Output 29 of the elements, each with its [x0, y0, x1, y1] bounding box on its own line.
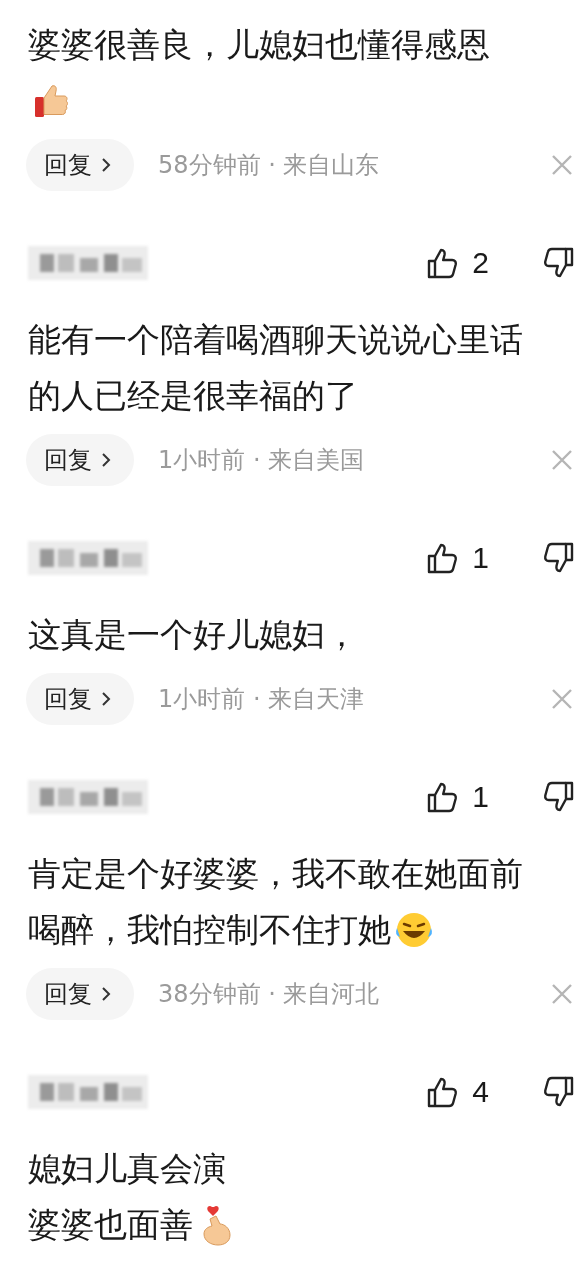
comment-text-line: 能有一个陪着喝酒聊天说说心里话 [28, 319, 523, 361]
dislike-icon[interactable] [541, 1075, 575, 1109]
like-count: 1 [472, 780, 489, 814]
chevron-right-icon [100, 690, 112, 708]
comment-text-line: 婆婆也面善 [28, 1204, 193, 1246]
comment-meta: 58分钟前 · 来自山东 [158, 150, 380, 181]
reply-button[interactable]: 回复 [26, 968, 134, 1020]
like-count: 1 [472, 541, 489, 575]
laughing-emoji-icon [394, 910, 434, 950]
dislike-icon[interactable] [541, 541, 575, 575]
comment-text-line: 这真是一个好儿媳妇， [28, 614, 358, 656]
comment-text-line: 的人已经是很幸福的了 [28, 375, 358, 417]
chevron-right-icon [100, 451, 112, 469]
comment-meta: 1小时前 · 来自美国 [158, 445, 365, 476]
reply-button[interactable]: 回复 [26, 139, 134, 191]
comment-meta: 38分钟前 · 来自河北 [158, 979, 380, 1010]
dislike-icon[interactable] [541, 780, 575, 814]
comment-text-line: 媳妇儿真会演 [28, 1148, 226, 1190]
chevron-right-icon [100, 156, 112, 174]
reply-button[interactable]: 回复 [26, 673, 134, 725]
chevron-right-icon [100, 985, 112, 1003]
reply-button[interactable]: 回复 [26, 434, 134, 486]
like-count: 4 [472, 1075, 489, 1109]
comment-text-line: 肯定是个好婆婆，我不敢在她面前 [28, 853, 523, 895]
comment-meta: 1小时前 · 来自天津 [158, 684, 365, 715]
like-count: 2 [472, 246, 489, 280]
comment-text-line: 喝醉，我怕控制不住打她 [28, 909, 391, 951]
comment-text-line: 婆婆很善良，儿媳妇也懂得感恩 [28, 24, 490, 66]
dislike-icon[interactable] [541, 246, 575, 280]
